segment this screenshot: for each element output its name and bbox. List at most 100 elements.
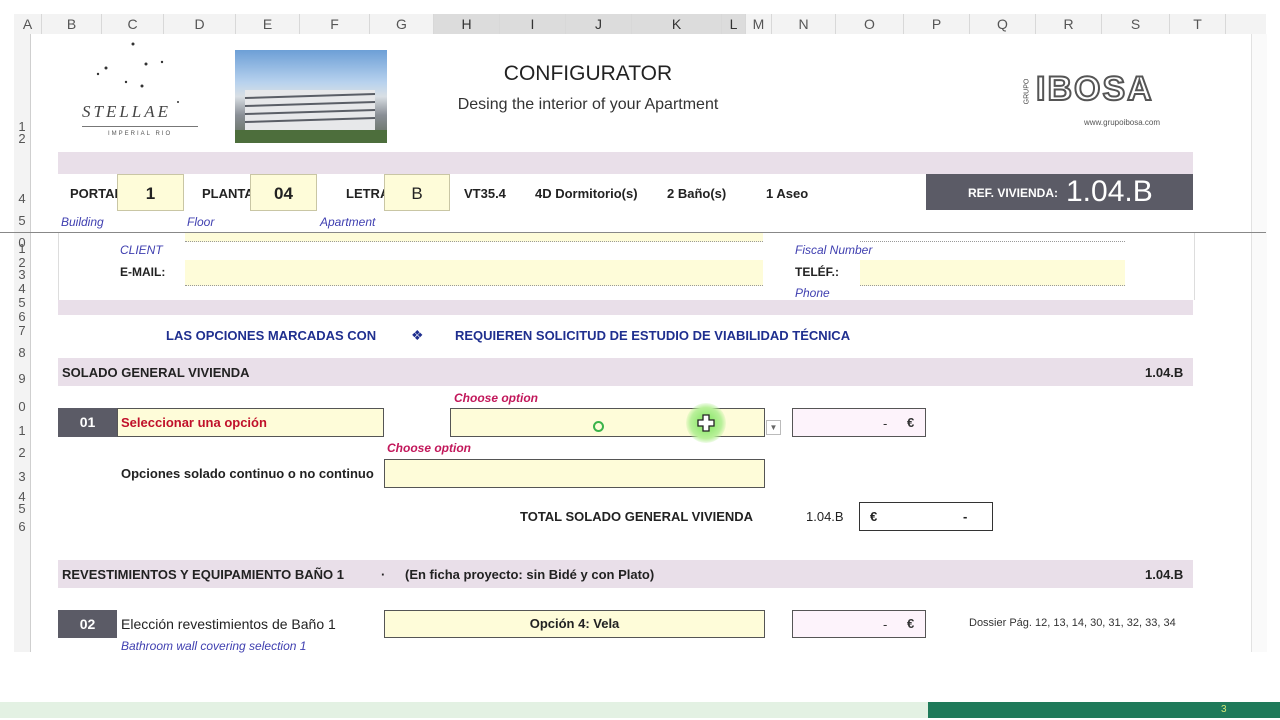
- total-dash: -: [963, 509, 968, 524]
- column-header-p[interactable]: P: [904, 14, 970, 34]
- grupo-label: GRUPO: [1023, 78, 1031, 105]
- row-header-14[interactable]: 0: [14, 400, 30, 414]
- column-header-l[interactable]: L: [722, 14, 746, 34]
- dropdown-arrow-icon[interactable]: ▼: [766, 420, 781, 435]
- email-label: E-MAIL:: [120, 265, 166, 279]
- select-option-field[interactable]: Seleccionar una opción: [117, 408, 384, 437]
- row-header-1[interactable]: 2: [14, 132, 30, 146]
- column-header-r[interactable]: R: [1036, 14, 1102, 34]
- email-field[interactable]: [185, 260, 763, 286]
- vertical-scrollbar[interactable]: [1251, 34, 1267, 652]
- ibosa-logo: GRUPO IBOSA www.grupoibosa.com: [1022, 66, 1182, 128]
- row-header-13[interactable]: 9: [14, 372, 30, 386]
- fiscal-number-field[interactable]: [860, 233, 1125, 242]
- bano-note: (En ficha proyecto: sin Bidé y con Plato…: [405, 567, 655, 582]
- continuo-option-dropdown[interactable]: [384, 459, 765, 488]
- row-header-2[interactable]: 4: [14, 192, 30, 206]
- column-header-g[interactable]: G: [370, 14, 434, 34]
- stars-icon: [96, 42, 179, 103]
- column-header-a[interactable]: A: [14, 14, 42, 34]
- bano-label-en: Bathroom wall covering selection 1: [121, 639, 307, 653]
- bottom-progress-dark: 3: [928, 702, 1280, 718]
- column-header-o[interactable]: O: [836, 14, 904, 34]
- page-number: 3: [1221, 704, 1227, 715]
- notice-right: REQUIEREN SOLICITUD DE ESTUDIO DE VIABIL…: [455, 328, 851, 343]
- phone-en-label: Phone: [795, 286, 830, 300]
- unit-rooms: 4D Dormitorio(s): [535, 186, 638, 201]
- ibosa-url: www.grupoibosa.com: [1084, 118, 1161, 127]
- price-field-02: - €: [792, 610, 926, 638]
- row-header-9[interactable]: 5: [14, 296, 30, 310]
- column-header-k[interactable]: K: [632, 14, 722, 34]
- column-header-s[interactable]: S: [1102, 14, 1170, 34]
- ref-label: REF. VIVIENDA:: [968, 186, 1059, 200]
- phone-field[interactable]: [860, 260, 1125, 286]
- column-header-e[interactable]: E: [236, 14, 300, 34]
- ref-vivienda-box: REF. VIVIENDA: 1.04.B: [926, 174, 1193, 210]
- row-header-bar: 124501234567890123456: [14, 34, 31, 652]
- row-header-20[interactable]: 6: [14, 520, 30, 534]
- unit-code: VT35.4: [464, 186, 506, 201]
- bano-ref: 1.04.B: [1145, 567, 1184, 582]
- row-header-8[interactable]: 4: [14, 282, 30, 296]
- client-name-field[interactable]: [185, 233, 763, 242]
- column-header-h[interactable]: H: [434, 14, 500, 34]
- header-band: [58, 152, 1193, 174]
- total-solado-box: € -: [859, 502, 993, 531]
- letra-field[interactable]: B: [384, 174, 450, 211]
- choose-option-label-1: Choose option: [454, 391, 538, 405]
- solado-ref: 1.04.B: [1145, 365, 1184, 380]
- ref-value: 1.04.B: [1066, 175, 1153, 208]
- row-header-19[interactable]: 5: [14, 502, 30, 516]
- options-solado-text: Opciones solado continuo o no continuo: [121, 466, 374, 481]
- price-field-01: - €: [792, 408, 926, 437]
- diamond-icon: ❖: [411, 327, 424, 343]
- item-number-01: 01: [58, 408, 117, 437]
- column-header-c[interactable]: C: [102, 14, 164, 34]
- column-header-b[interactable]: B: [42, 14, 102, 34]
- ibosa-wordmark: IBOSA: [1035, 69, 1154, 109]
- column-header-d[interactable]: D: [164, 14, 236, 34]
- planta-field[interactable]: 04: [250, 174, 317, 211]
- page-title: CONFIGURATOR: [503, 62, 673, 85]
- bano-sep: ·: [381, 567, 386, 582]
- unit-baths: 2 Baño(s): [667, 186, 727, 201]
- row-header-5[interactable]: 1: [14, 242, 30, 256]
- column-header-t[interactable]: T: [1170, 14, 1226, 34]
- bano-label: Elección revestimientos de Baño 1: [121, 616, 336, 632]
- row-header-17[interactable]: 3: [14, 470, 30, 484]
- portal-field[interactable]: 1: [117, 174, 184, 211]
- column-header-m[interactable]: M: [746, 14, 772, 34]
- row-header-12[interactable]: 8: [14, 346, 30, 360]
- notice-left: LAS OPCIONES MARCADAS CON: [166, 328, 377, 343]
- column-header-i[interactable]: I: [500, 14, 566, 34]
- letra-label: LETRA: [346, 186, 390, 201]
- logo-text: STELLAE: [82, 102, 172, 121]
- column-header-q[interactable]: Q: [970, 14, 1036, 34]
- total-solado-ref: 1.04.B: [806, 509, 844, 524]
- euro-symbol-02: €: [907, 616, 915, 631]
- row-header-15[interactable]: 1: [14, 424, 30, 438]
- portal-label: PORTAL: [70, 186, 123, 201]
- bano-option-field[interactable]: Opción 4: Vela: [384, 610, 765, 638]
- column-header-n[interactable]: N: [772, 14, 836, 34]
- logo-sub: IMPERIAL RIO: [108, 131, 173, 137]
- apartment-label: Apartment: [320, 215, 376, 229]
- column-header-f[interactable]: F: [300, 14, 370, 34]
- client-label: CLIENT: [120, 243, 163, 257]
- row-header-3[interactable]: 5: [14, 214, 30, 228]
- unit-aseo: 1 Aseo: [766, 186, 809, 201]
- page-subtitle: Desing the interior of your Apartment: [457, 96, 719, 113]
- row-header-7[interactable]: 3: [14, 268, 30, 282]
- row-header-16[interactable]: 2: [14, 446, 30, 460]
- bottom-progress-light: [0, 702, 928, 718]
- building-photo: [235, 50, 387, 143]
- building-label: Building: [61, 215, 104, 229]
- column-header-j[interactable]: J: [566, 14, 632, 34]
- fiscal-label: Fiscal Number: [795, 243, 873, 257]
- row-header-11[interactable]: 7: [14, 324, 30, 338]
- price-dash-02: -: [883, 617, 888, 632]
- floor-label: Floor: [187, 215, 215, 229]
- row-header-10[interactable]: 6: [14, 310, 30, 324]
- total-solado-label: TOTAL SOLADO GENERAL VIVIENDA: [520, 509, 754, 524]
